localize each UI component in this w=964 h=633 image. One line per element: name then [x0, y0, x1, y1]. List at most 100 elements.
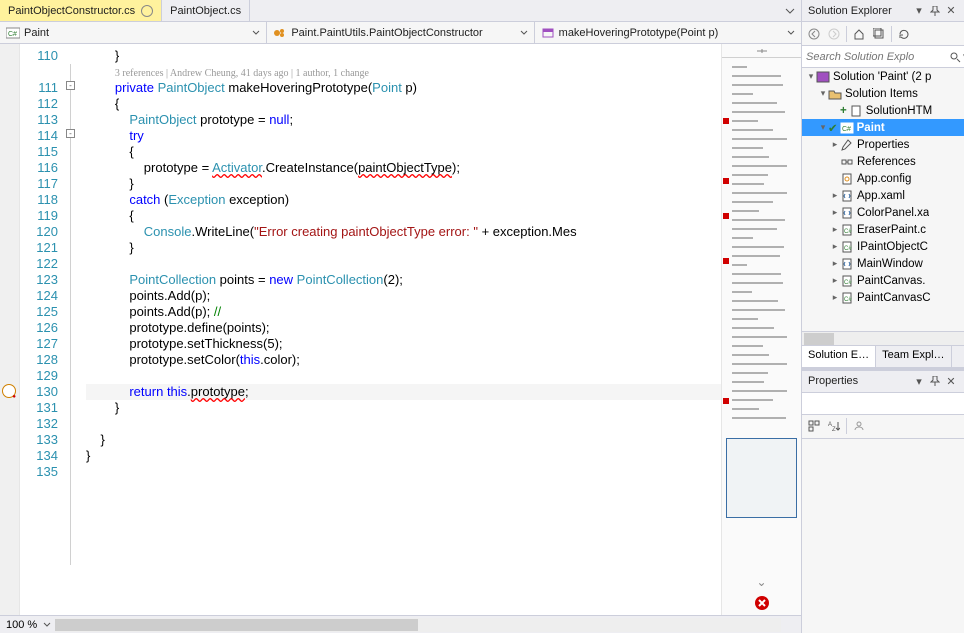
minimap-viewport[interactable] — [726, 438, 797, 518]
code-line[interactable]: prototype.define(points); — [86, 320, 721, 336]
outline-toggle[interactable]: - — [66, 129, 75, 138]
zoom-dropdown[interactable]: 100 % — [0, 619, 43, 631]
tree-item[interactable]: ▸C#PaintCanvasC — [802, 289, 964, 306]
close-icon[interactable]: ✕ — [944, 374, 958, 388]
window-menu-chevron-icon[interactable]: ▾ — [912, 4, 926, 18]
tree-item[interactable]: ▸ColorPanel.xa — [802, 204, 964, 221]
tree-item[interactable]: ▸MainWindow — [802, 255, 964, 272]
solution-explorer-search[interactable]: ▾ — [802, 46, 964, 68]
code-line[interactable]: } — [86, 240, 721, 256]
code-line[interactable]: } — [86, 432, 721, 448]
code-line[interactable]: } — [86, 176, 721, 192]
search-icon[interactable] — [949, 49, 961, 65]
refresh-icon[interactable] — [896, 26, 912, 42]
back-icon[interactable] — [806, 26, 822, 42]
tree-item[interactable]: ▸C#IPaintObjectC — [802, 238, 964, 255]
code-line[interactable]: prototype.setColor(this.color); — [86, 352, 721, 368]
code-line[interactable]: } — [86, 400, 721, 416]
tree-expander[interactable]: ▸ — [830, 207, 840, 218]
tree-expander[interactable]: ▸ — [830, 292, 840, 303]
forward-icon[interactable] — [826, 26, 842, 42]
pin-icon[interactable] — [928, 4, 942, 18]
tree-expander[interactable]: ▸ — [830, 224, 840, 235]
code-line[interactable]: prototype = Activator.CreateInstance(pai… — [86, 160, 721, 176]
tree-item[interactable]: ▾Solution Items — [802, 85, 964, 102]
tree-expander[interactable]: ▸ — [830, 139, 840, 150]
tool-window-tab[interactable]: Team Expl… — [876, 346, 951, 367]
code-line[interactable]: private PaintObject makeHoveringPrototyp… — [86, 80, 721, 96]
code-line[interactable]: Console.WriteLine("Error creating paintO… — [86, 224, 721, 240]
code-line[interactable]: { — [86, 96, 721, 112]
window-menu-chevron-icon[interactable]: ▾ — [912, 374, 926, 388]
property-pages-icon[interactable] — [851, 418, 867, 434]
code-line[interactable]: } — [86, 48, 721, 64]
horizontal-scrollbar[interactable] — [55, 618, 781, 632]
properties-title-bar[interactable]: Properties ▾ ✕ — [802, 371, 964, 393]
minimap-body[interactable]: ⌄ — [722, 58, 801, 615]
tool-window-tab[interactable]: Solution E… — [802, 346, 876, 367]
breakpoint-margin[interactable] — [0, 44, 20, 615]
tree-expander[interactable]: ▸ — [830, 190, 840, 201]
tree-horizontal-scrollbar[interactable] — [802, 331, 964, 345]
codelens[interactable]: 3 references | Andrew Cheung, 41 days ag… — [86, 64, 721, 80]
nav-scope-dropdown[interactable]: C# Paint — [0, 22, 267, 43]
properties-object-dropdown[interactable] — [802, 393, 964, 415]
categorized-icon[interactable] — [806, 418, 822, 434]
tree-item[interactable]: ▸App.xaml — [802, 187, 964, 204]
code-line[interactable]: catch (Exception exception) — [86, 192, 721, 208]
tree-expander[interactable]: ▾ — [818, 122, 828, 133]
tree-expander[interactable]: ▸ — [830, 241, 840, 252]
code-line[interactable] — [86, 256, 721, 272]
tree-item[interactable]: ▾Solution 'Paint' (2 p — [802, 68, 964, 85]
split-handle[interactable] — [722, 44, 801, 58]
outlining-margin[interactable]: - - — [64, 44, 86, 615]
tree-item[interactable]: ▾✔C#Paint — [802, 119, 964, 136]
file-tab[interactable]: PaintObject.cs — [162, 0, 250, 21]
error-glyph-icon[interactable] — [2, 384, 16, 398]
code-line[interactable]: try — [86, 128, 721, 144]
scroll-down-chevron-icon[interactable]: ⌄ — [756, 575, 766, 589]
tree-expander[interactable]: ▾ — [806, 71, 816, 82]
tree-item[interactable]: ▸C#EraserPaint.c — [802, 221, 964, 238]
vertical-scrollbar-map[interactable]: ⌄ — [721, 44, 801, 615]
code-line[interactable]: return this.prototype; — [86, 384, 721, 400]
code-line[interactable]: PointCollection points = new PointCollec… — [86, 272, 721, 288]
code-editor[interactable]: 1101111121131141151161171181191201211221… — [0, 44, 801, 615]
tree-expander[interactable]: ▸ — [830, 258, 840, 269]
error-nav-icon[interactable] — [754, 595, 770, 611]
tree-item[interactable]: +SolutionHTM — [802, 102, 964, 119]
code-line[interactable]: PaintObject prototype = null; — [86, 112, 721, 128]
pin-icon[interactable] — [928, 374, 942, 388]
file-tab[interactable]: PaintObjectConstructor.cs — [0, 0, 162, 21]
alphabetical-icon[interactable]: AZ — [826, 418, 842, 434]
chevron-down-icon[interactable] — [43, 621, 51, 629]
solution-tree[interactable]: ▾Solution 'Paint' (2 p▾Solution Items +S… — [802, 68, 964, 331]
code-line[interactable]: prototype.setThickness(5); — [86, 336, 721, 352]
line-number — [20, 64, 58, 80]
tree-expander[interactable]: ▸ — [830, 275, 840, 286]
properties-grid[interactable] — [802, 439, 964, 633]
tree-item[interactable]: ▸C#PaintCanvas. — [802, 272, 964, 289]
code-line[interactable] — [86, 464, 721, 480]
home-icon[interactable] — [851, 26, 867, 42]
code-line[interactable]: } — [86, 448, 721, 464]
tree-expander[interactable]: ▾ — [818, 88, 828, 99]
tree-item[interactable]: References — [802, 153, 964, 170]
code-line[interactable]: { — [86, 144, 721, 160]
code-line[interactable]: { — [86, 208, 721, 224]
tree-item[interactable]: App.config — [802, 170, 964, 187]
code-line[interactable] — [86, 416, 721, 432]
nav-member-dropdown[interactable]: makeHoveringPrototype(Point p) — [535, 22, 801, 43]
sync-icon[interactable] — [871, 26, 887, 42]
code-text[interactable]: } 3 references | Andrew Cheung, 41 days … — [86, 44, 721, 615]
outline-toggle[interactable]: - — [66, 81, 75, 90]
tab-overflow-chevron-icon[interactable] — [783, 4, 797, 18]
search-input[interactable] — [806, 51, 949, 63]
tree-item[interactable]: ▸Properties — [802, 136, 964, 153]
nav-type-dropdown[interactable]: Paint.PaintUtils.PaintObjectConstructor — [267, 22, 534, 43]
close-icon[interactable]: ✕ — [944, 4, 958, 18]
code-line[interactable]: points.Add(p); // — [86, 304, 721, 320]
code-line[interactable]: points.Add(p); — [86, 288, 721, 304]
code-line[interactable] — [86, 368, 721, 384]
solution-explorer-title-bar[interactable]: Solution Explorer ▾ ✕ — [802, 0, 964, 22]
